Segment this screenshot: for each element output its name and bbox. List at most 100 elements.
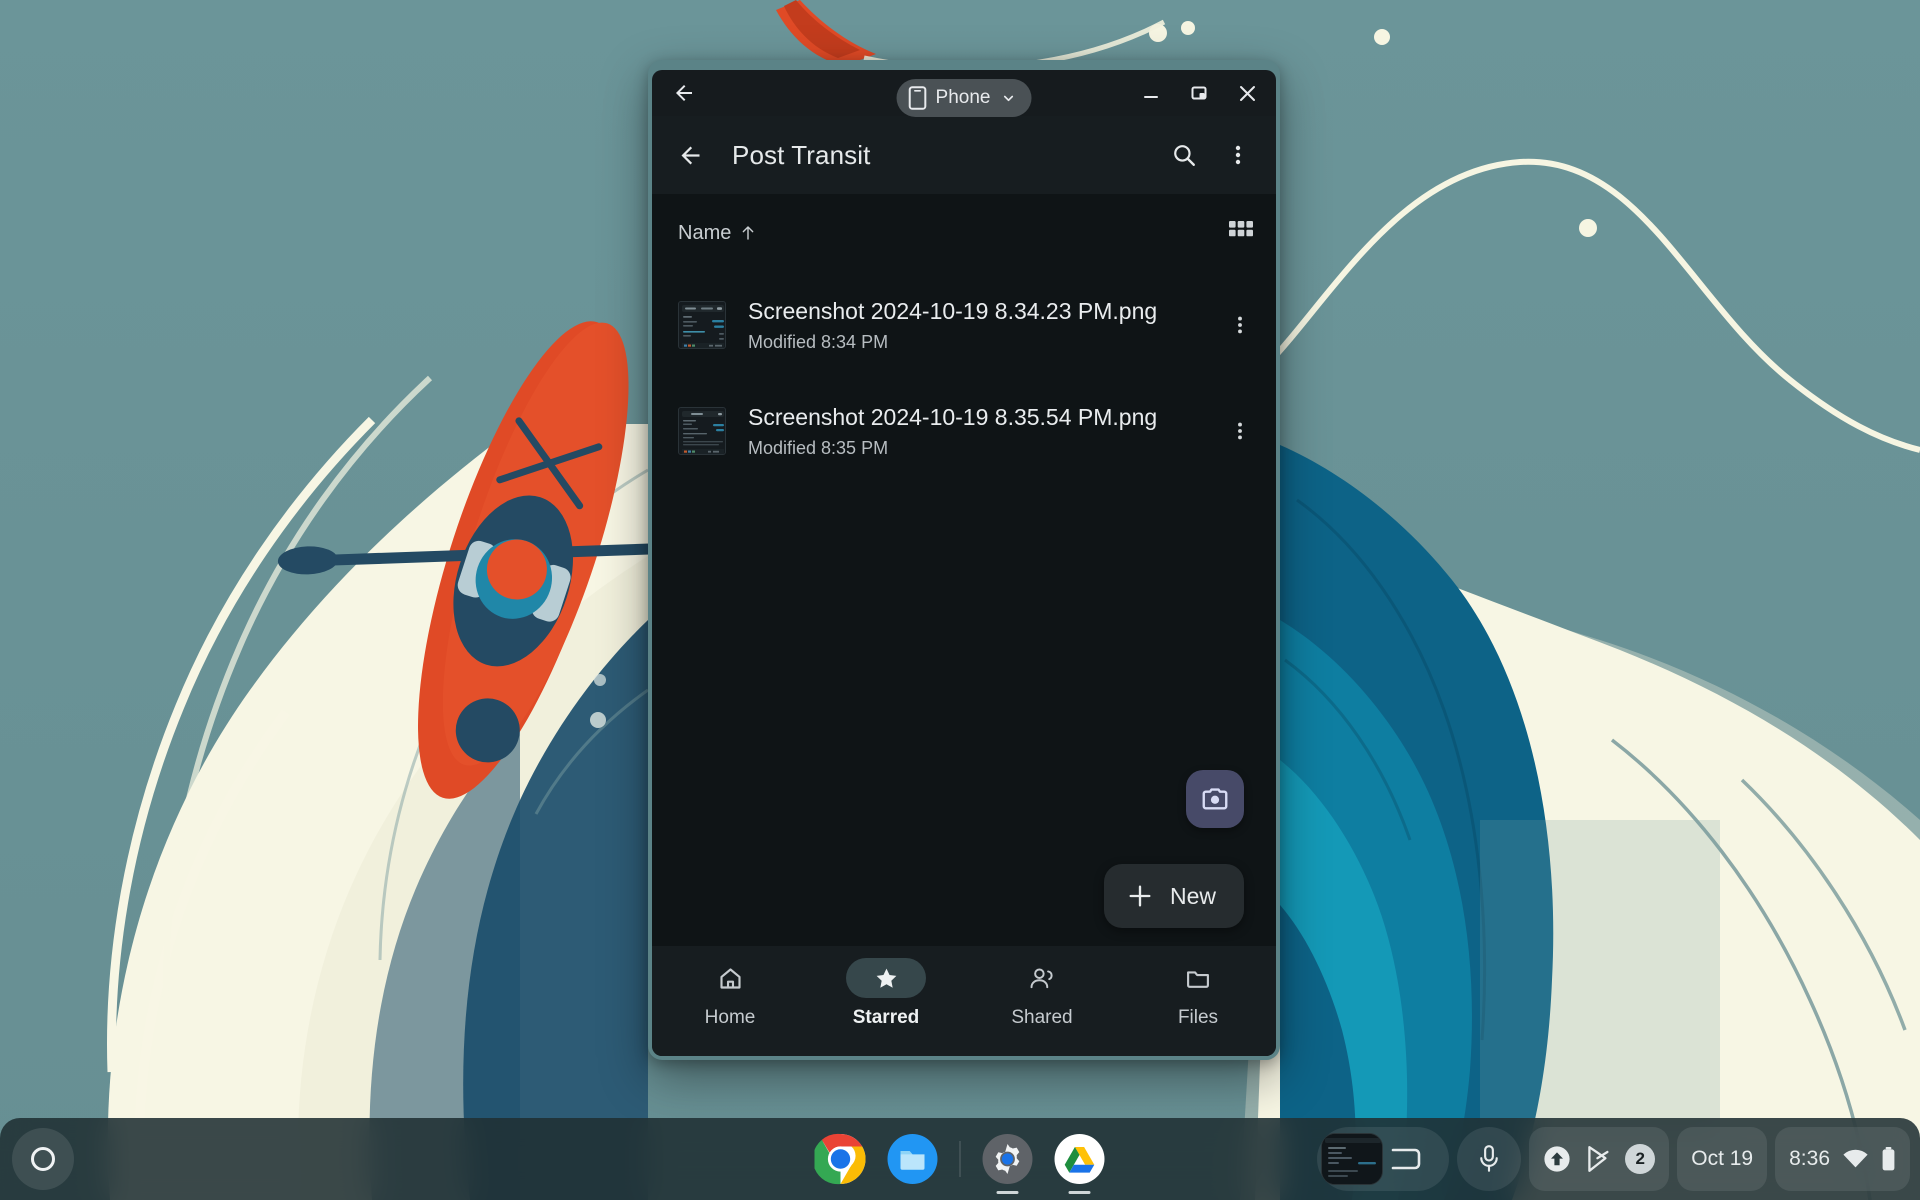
window-controls [1128, 70, 1270, 116]
people-icon [1030, 968, 1053, 988]
app-back-button[interactable] [666, 131, 714, 179]
plus-icon [1129, 885, 1151, 907]
camera-icon [1202, 788, 1228, 810]
shelf-app-chrome[interactable] [812, 1130, 870, 1188]
more-vert-icon [1238, 316, 1242, 334]
page-title: Post Transit [732, 139, 871, 170]
wifi-icon [1843, 1149, 1868, 1168]
table-row[interactable]: Screenshot 2024-10-19 8.35.54 PM.png Mod… [652, 378, 1276, 484]
shelf-app-list [812, 1126, 1109, 1194]
screenshot-thumbnail [679, 408, 725, 454]
file-thumbnail [678, 301, 726, 349]
screen-capture-preview-button[interactable] [1317, 1127, 1450, 1191]
shelf-separator [959, 1141, 961, 1177]
arrow-left-icon [681, 146, 699, 164]
camera-fab-button[interactable] [1186, 770, 1244, 828]
nav-label: Home [704, 1007, 756, 1028]
file-modified: Modified 8:35 PM [748, 437, 889, 458]
minimize-icon [1144, 96, 1158, 98]
new-button-label: New [1169, 882, 1216, 909]
file-name: Screenshot 2024-10-19 8.35.54 PM.png [748, 404, 1158, 431]
sort-label: Name [678, 221, 732, 244]
date-tray-button[interactable]: Oct 19 [1677, 1127, 1768, 1191]
window-back-button[interactable] [662, 71, 706, 115]
app-active-indicator [996, 1191, 1019, 1194]
file-thumbnail [678, 407, 726, 455]
close-button[interactable] [1224, 70, 1270, 116]
screenshot-preview-icon [1321, 1133, 1384, 1185]
bottom-navigation-bar: Home Starred Shared Files [652, 946, 1276, 1056]
update-available-icon [1544, 1146, 1570, 1172]
nav-pill [1158, 958, 1238, 998]
file-list-header: Name [652, 194, 1276, 272]
notification-badge: 2 [1625, 1144, 1656, 1174]
grid-view-icon [1229, 221, 1253, 237]
file-info: Screenshot 2024-10-19 8.35.54 PM.png Mod… [748, 403, 1218, 459]
minimize-button[interactable] [1128, 70, 1174, 116]
drive-icon [1054, 1134, 1105, 1184]
nav-pill [690, 958, 770, 998]
nav-label: Files [1177, 1007, 1219, 1028]
home-icon [719, 967, 741, 989]
screenshot-thumbnail [679, 302, 725, 348]
nav-label: Shared [1011, 1007, 1073, 1028]
app-top-bar: Post Transit [652, 116, 1276, 194]
status-area-button[interactable]: 2 [1529, 1127, 1670, 1191]
tray-time-label: 8:36 [1789, 1147, 1830, 1170]
microphone-icon [1480, 1145, 1499, 1172]
launcher-circle-icon [31, 1147, 55, 1171]
nav-pill [846, 958, 926, 998]
chrome-icon [814, 1133, 866, 1185]
grid-view-toggle-button[interactable] [1228, 220, 1254, 246]
device-chip-label: Phone [935, 87, 991, 108]
app-active-indicator [1068, 1191, 1091, 1194]
more-vert-icon [1235, 145, 1241, 165]
dictation-button[interactable] [1457, 1127, 1522, 1191]
nav-item-shared[interactable]: Shared [983, 958, 1101, 1029]
arrow-up-icon [742, 226, 754, 240]
screenshot-preview-thumbnail [1322, 1134, 1383, 1184]
file-list: Screenshot 2024-10-19 8.34.23 PM.png Mod… [652, 272, 1276, 946]
phone-icon [908, 86, 927, 110]
file-row-menu-button[interactable] [1218, 303, 1262, 347]
shelf-app-settings[interactable] [979, 1130, 1037, 1194]
status-tray-button[interactable]: 8:36 [1775, 1127, 1910, 1191]
file-name: Screenshot 2024-10-19 8.34.23 PM.png [748, 298, 1158, 325]
file-info: Screenshot 2024-10-19 8.34.23 PM.png Mod… [748, 297, 1218, 353]
tray-date-label: Oct 19 [1691, 1147, 1754, 1170]
settings-icon [982, 1134, 1033, 1184]
maximize-icon [1191, 86, 1207, 100]
close-icon [1239, 85, 1255, 101]
app-content-shell: Post Transit Name Screenshot 2024-10-19 … [652, 116, 1276, 1056]
more-vert-icon [1238, 422, 1242, 440]
star-icon [876, 968, 896, 988]
maximize-button[interactable] [1176, 70, 1222, 116]
shelf-app-drive[interactable] [1051, 1130, 1109, 1194]
overflow-menu-button[interactable] [1214, 131, 1262, 179]
launcher-button[interactable] [12, 1128, 74, 1190]
file-row-menu-button[interactable] [1218, 409, 1262, 453]
search-button[interactable] [1160, 131, 1208, 179]
nav-item-home[interactable]: Home [671, 958, 789, 1029]
file-modified: Modified 8:34 PM [748, 331, 889, 352]
nav-pill [1002, 958, 1082, 998]
device-selector-chip[interactable]: Phone [896, 79, 1032, 117]
folder-icon [1187, 970, 1209, 988]
sort-by-name-button[interactable]: Name [678, 222, 757, 245]
arrow-left-icon [676, 85, 692, 101]
nav-item-starred[interactable]: Starred [827, 958, 945, 1029]
shelf-app-files[interactable] [884, 1130, 942, 1188]
search-icon [1174, 145, 1195, 166]
nav-item-files[interactable]: Files [1139, 958, 1257, 1029]
new-button[interactable]: New [1103, 864, 1244, 928]
nav-label: Starred [852, 1007, 920, 1028]
chevron-down-icon [1003, 95, 1014, 102]
play-store-icon [1588, 1146, 1609, 1172]
window-caption-bar: Phone [652, 70, 1276, 117]
battery-icon [1882, 1147, 1895, 1171]
files-icon [887, 1134, 938, 1184]
system-tray: 2 Oct 19 8:36 [1317, 1127, 1910, 1191]
tote-icon [1391, 1148, 1421, 1170]
phone-app-window: Phone Post Transit Name Screenshot 2024-… [648, 60, 1280, 1060]
table-row[interactable]: Screenshot 2024-10-19 8.34.23 PM.png Mod… [652, 272, 1276, 378]
